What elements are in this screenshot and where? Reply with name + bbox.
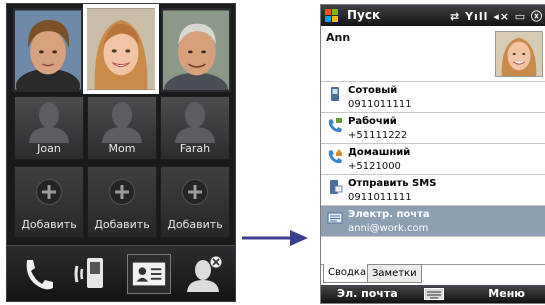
add-label-2: Добавить <box>94 218 150 231</box>
person-silhouette-icon <box>29 102 69 143</box>
add-favorite-slot-2[interactable]: Добавить <box>87 166 157 238</box>
add-label-3: Добавить <box>167 218 223 231</box>
favorite-name-joan: Joan <box>37 142 61 155</box>
home-phone-icon <box>328 149 342 164</box>
entry-value: 0911011111 <box>348 99 412 110</box>
person-silhouette-icon <box>102 102 142 143</box>
work-phone-icon <box>328 118 342 133</box>
favorite-name-mom: Mom <box>108 142 136 155</box>
add-icon <box>109 179 135 205</box>
entry-label: Сотовый <box>348 85 398 96</box>
call-history-icon[interactable] <box>71 254 115 294</box>
windows-start-icon[interactable] <box>324 8 339 23</box>
favorite-photo-joan[interactable] <box>13 8 83 92</box>
tab-notes[interactable]: Заметки <box>367 264 422 283</box>
bottom-toolbar <box>7 245 235 301</box>
favorite-name-farah: Farah <box>179 142 211 155</box>
tab-summary[interactable]: Сводка <box>323 264 372 283</box>
older-man-photo <box>163 10 229 90</box>
entry-label: Рабочий <box>348 116 397 127</box>
entry-email[interactable]: Электр. почта anni@work.com <box>321 205 545 236</box>
favorites-screen: Joan Mom Farah Добавить Добавить Добавит… <box>6 3 236 302</box>
entry-value: 0911011111 <box>348 192 412 203</box>
add-icon <box>36 179 62 205</box>
softkey-email[interactable]: Эл. почта <box>337 287 398 300</box>
entry-value: anni@work.com <box>348 223 429 234</box>
list-empty-space <box>321 236 545 264</box>
remove-contact-icon[interactable] <box>183 254 227 294</box>
contact-photo <box>495 31 543 77</box>
title-bar: Пуск ⇄ Yıll ◂× ▭ ⓧ <box>321 5 545 26</box>
add-favorite-slot-3[interactable]: Добавить <box>160 166 230 238</box>
add-label-1: Добавить <box>21 218 77 231</box>
email-icon <box>327 212 343 224</box>
add-favorite-slot-1[interactable]: Добавить <box>14 166 84 238</box>
contact-card-icon[interactable] <box>127 254 171 294</box>
status-icons: ⇄ Yıll ◂× ▭ ⓧ <box>450 10 543 23</box>
keyboard-icon[interactable] <box>424 288 444 300</box>
phone-icon[interactable] <box>15 254 59 294</box>
favorite-photo-mom[interactable] <box>83 4 159 94</box>
softkey-menu[interactable]: Меню <box>488 287 525 300</box>
entry-home[interactable]: Домашний +5121000 <box>321 143 545 174</box>
contact-name: Ann <box>326 31 351 44</box>
entry-value: +51111222 <box>348 130 408 141</box>
add-icon <box>182 179 208 205</box>
favorite-slot-farah[interactable]: Farah <box>160 96 230 160</box>
screenshot-canvas: Joan Mom Farah Добавить Добавить Добавит… <box>0 0 545 305</box>
softkey-bar: Эл. почта Меню <box>321 285 545 303</box>
entry-sms[interactable]: Отправить SMS 0911011111 <box>321 174 545 205</box>
favorite-slot-joan[interactable]: Joan <box>14 96 84 160</box>
start-title[interactable]: Пуск <box>347 8 380 22</box>
entry-label: Домашний <box>348 147 411 158</box>
entry-label: Электр. почта <box>348 209 430 220</box>
entry-label: Отправить SMS <box>348 178 437 189</box>
entry-mobile[interactable]: Сотовый 0911011111 <box>321 81 545 112</box>
entry-work[interactable]: Рабочий +51111222 <box>321 112 545 143</box>
sms-icon <box>330 180 343 194</box>
woman-photo <box>87 8 155 90</box>
young-man-photo <box>15 10 81 90</box>
contact-details-screen: Пуск ⇄ Yıll ◂× ▭ ⓧ Ann Сотовый 091101111… <box>320 4 545 304</box>
entry-value: +5121000 <box>348 161 401 172</box>
favorite-slot-mom[interactable]: Mom <box>87 96 157 160</box>
person-silhouette-icon <box>175 102 215 143</box>
transition-arrow-icon <box>242 230 308 246</box>
favorite-photo-farah[interactable] <box>161 8 231 92</box>
mobile-phone-icon <box>331 87 339 101</box>
tab-strip: Сводка Заметки <box>321 264 545 284</box>
